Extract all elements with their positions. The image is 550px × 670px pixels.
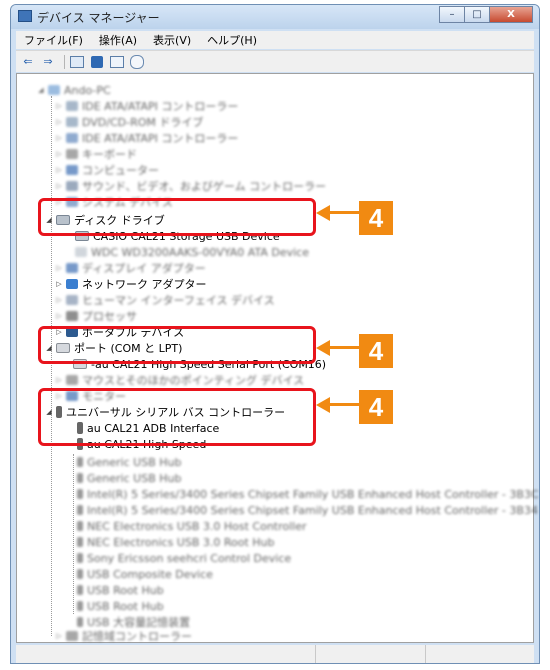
window-controls: – □ X	[439, 6, 533, 24]
help-icon[interactable]	[89, 55, 105, 69]
tree-node[interactable]: Intel(R) 5 Series/3400 Series Chipset Fa…	[77, 486, 539, 502]
tree-root[interactable]: ◢ Ando-PC	[37, 82, 110, 98]
menu-file[interactable]: ファイル(F)	[16, 32, 91, 48]
menu-help[interactable]: ヘルプ(H)	[199, 32, 265, 48]
callout-box-ports	[38, 326, 316, 364]
step-badge: 4	[359, 334, 393, 368]
show-hide-console-tree-icon[interactable]	[69, 55, 85, 69]
network-adapter-icon	[66, 279, 78, 289]
callout-box-disk-drives	[38, 198, 316, 236]
expand-triangle-icon[interactable]: ▷	[55, 280, 63, 288]
status-cell	[16, 645, 316, 663]
tree-node-network-adapters[interactable]: ▷ ネットワーク アダプター	[55, 276, 207, 292]
arrow-line	[328, 346, 360, 349]
tree-node[interactable]: NEC Electronics USB 3.0 Host Controller	[77, 518, 307, 534]
arrow-line	[328, 211, 360, 214]
tree-node[interactable]: Generic USB Hub	[77, 470, 181, 486]
tree-node[interactable]: ▷ IDE ATA/ATAPI コントローラー	[55, 130, 238, 146]
tree-node[interactable]: ▷ マウスとそのほかのポインティング デバイス	[55, 372, 304, 388]
tree-node[interactable]: ▷ IDE ATA/ATAPI コントローラー	[55, 98, 238, 114]
back-arrow-icon[interactable]: ⇐	[20, 55, 36, 69]
tree-node[interactable]: ▷ DVD/CD-ROM ドライブ	[55, 114, 203, 130]
tree-line	[73, 454, 74, 614]
tree-node[interactable]: USB Root Hub	[77, 598, 164, 614]
properties-icon[interactable]	[109, 55, 125, 69]
window-title: デバイス マネージャー	[37, 11, 160, 25]
forward-arrow-icon[interactable]: ⇒	[40, 55, 56, 69]
scan-hardware-icon[interactable]	[129, 54, 145, 69]
close-button[interactable]: X	[489, 6, 533, 23]
toolbar: ⇐ ⇒	[16, 50, 534, 72]
tree-node[interactable]: USB Root Hub	[77, 582, 164, 598]
maximize-button[interactable]: □	[464, 6, 490, 23]
menu-view[interactable]: 表示(V)	[145, 32, 199, 48]
tree-node[interactable]: Sony Ericsson seehcri Control Device	[77, 550, 291, 566]
tree-node[interactable]: ▷ 記憶域コントローラー	[55, 628, 192, 644]
step-badge: 4	[359, 201, 393, 235]
tree-node[interactable]: ▷ キーボード	[55, 146, 137, 162]
tree-node[interactable]: ▷ コンピューター	[55, 162, 159, 178]
tree-node[interactable]: WDC WD3200AAKS-00VYA0 ATA Device	[75, 244, 309, 260]
tree-node[interactable]: ▷ ディスプレイ アダプター	[55, 260, 205, 276]
status-cell	[426, 645, 534, 663]
step-badge: 4	[359, 390, 393, 424]
tree-line	[51, 96, 52, 636]
title-bar[interactable]: デバイス マネージャー – □ X	[11, 5, 539, 29]
tree-node[interactable]: USB Composite Device	[77, 566, 213, 582]
tree-node[interactable]: Generic USB Hub	[77, 454, 181, 470]
network-adapters-label: ネットワーク アダプター	[82, 278, 207, 291]
status-cell	[316, 645, 427, 663]
arrow-line	[328, 403, 360, 406]
tree-node[interactable]: NEC Electronics USB 3.0 Root Hub	[77, 534, 275, 550]
menu-action[interactable]: 操作(A)	[91, 32, 145, 48]
device-manager-icon	[18, 10, 32, 22]
status-bar	[16, 645, 534, 663]
menu-bar: ファイル(F) 操作(A) 表示(V) ヘルプ(H)	[16, 31, 534, 49]
callout-box-usb	[38, 388, 316, 446]
tree-node[interactable]: ▷ プロセッサ	[55, 308, 137, 324]
tree-node[interactable]: ▷ ヒューマン インターフェイス デバイス	[55, 292, 274, 308]
tree-node[interactable]: ▷ サウンド、ビデオ、およびゲーム コントローラー	[55, 178, 326, 194]
toolbar-separator	[64, 54, 65, 69]
minimize-button[interactable]: –	[439, 6, 465, 23]
tree-node[interactable]: Intel(R) 5 Series/3400 Series Chipset Fa…	[77, 502, 538, 518]
